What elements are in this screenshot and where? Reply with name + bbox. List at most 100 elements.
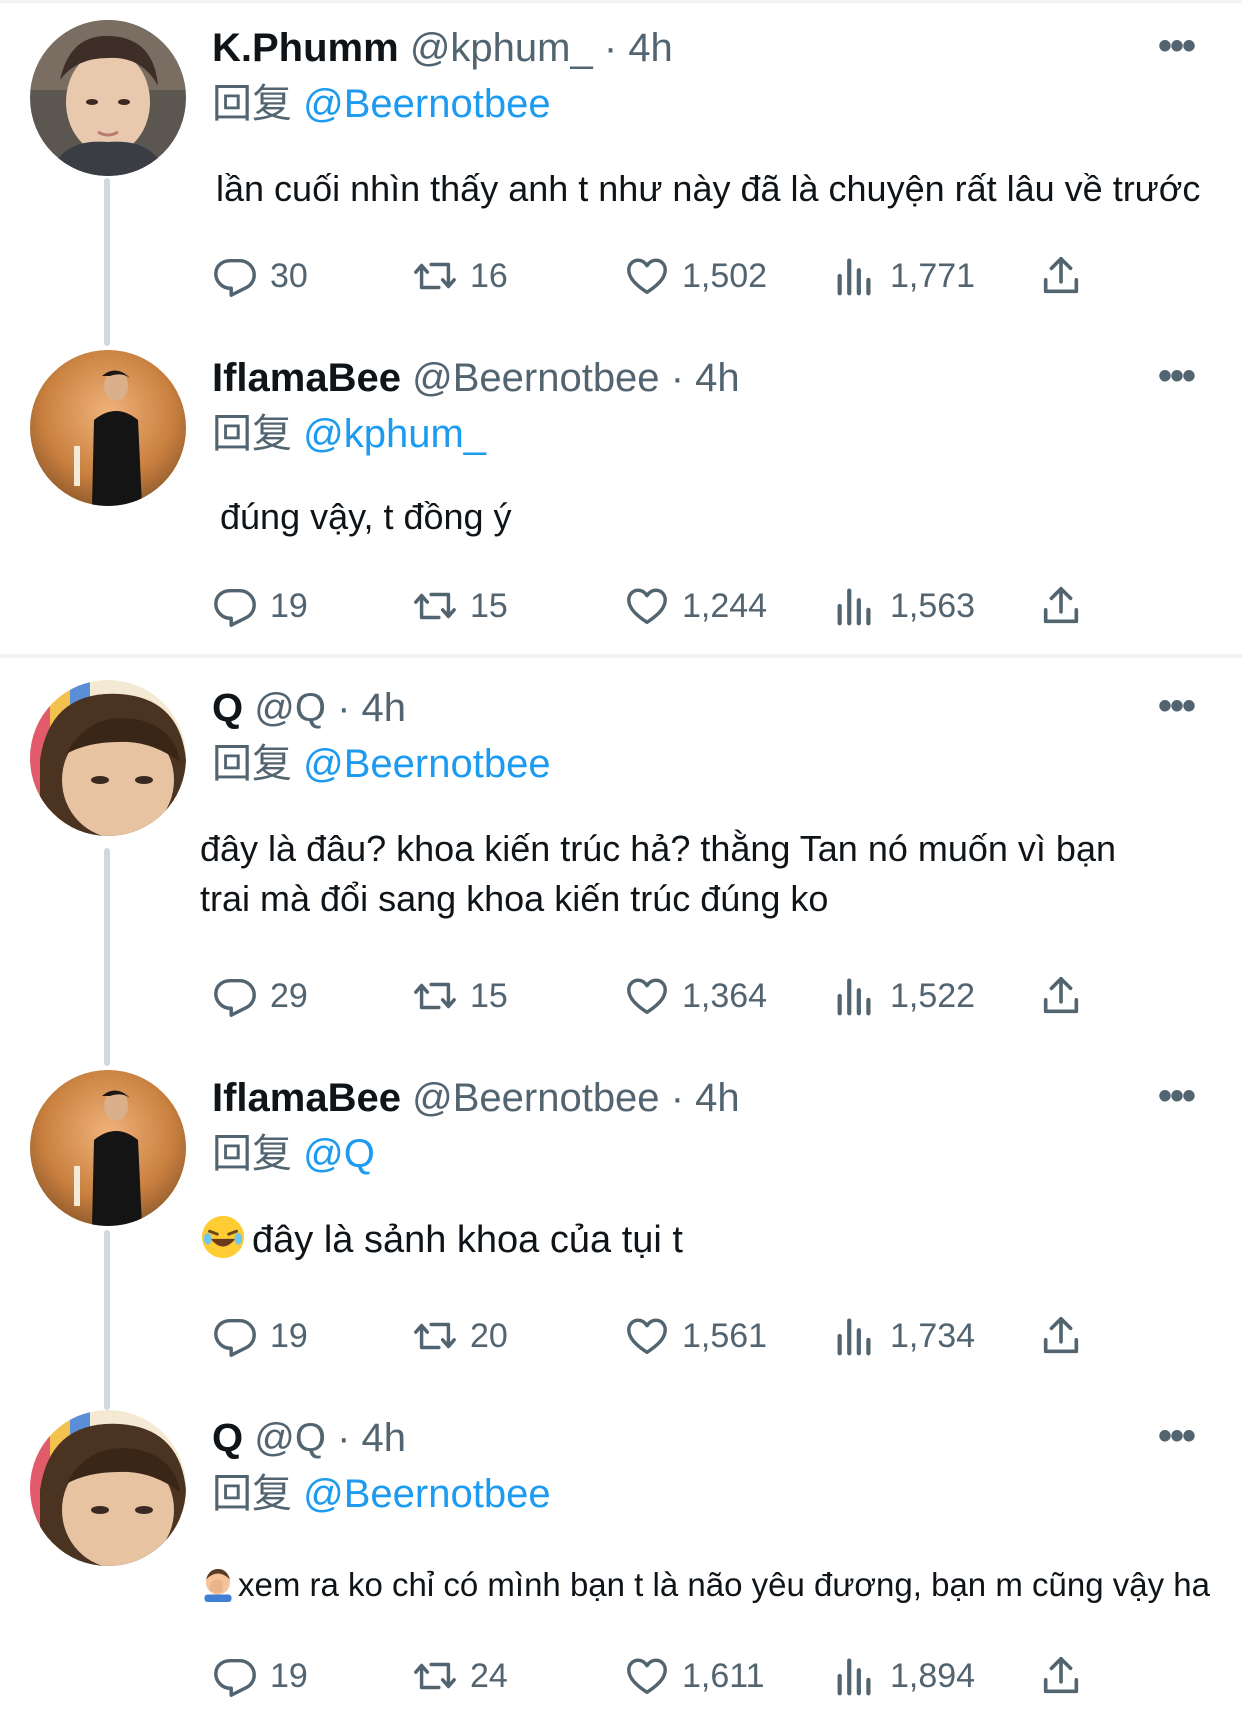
tweet[interactable]: IflamaBee @Beernotbee · 4h ••• 回复 @kphum… [0,330,1242,654]
retweet-icon [414,982,456,1010]
timestamp[interactable]: 4h [695,1076,740,1120]
reply-button[interactable]: 19 [212,578,308,634]
tweet[interactable]: IflamaBee @Beernotbee · 4h ••• 回复 @Q đây… [0,1050,1242,1390]
reply-button[interactable]: 19 [212,1308,308,1364]
views-icon [837,588,871,626]
tweet-header: K.Phumm @kphum_ · 4h [212,22,673,74]
reply-to-link[interactable]: @Beernotbee [303,742,550,786]
laughing-emoji [201,1215,245,1259]
retweet-icon [414,592,456,620]
views-button[interactable]: 1,894 [832,1648,975,1704]
like-icon [627,978,667,1015]
tweet-header: IflamaBee @Beernotbee · 4h [212,352,740,404]
retweet-button[interactable]: 24 [412,1648,508,1704]
tweet-text: xem ra ko chỉ có mình bạn t là não yêu đ… [238,1566,1210,1603]
avatar[interactable] [30,1410,186,1566]
action-bar: 19 20 1,561 1,734 [0,1308,1242,1364]
avatar[interactable] [30,20,186,176]
avatar[interactable] [30,680,186,836]
like-icon [627,1318,667,1355]
like-icon [627,1658,667,1695]
more-icon[interactable]: ••• [1158,20,1196,72]
tweet-text: đúng vậy, t đồng ý [220,496,512,537]
user-handle[interactable]: @Beernotbee [412,1076,659,1120]
avatar[interactable] [30,1070,186,1226]
like-button[interactable]: 1,561 [624,1308,767,1364]
retweet-button[interactable]: 15 [412,968,508,1024]
views-icon [837,1318,871,1356]
share-button[interactable] [1038,1648,1096,1704]
share-button[interactable] [1038,578,1096,634]
views-button[interactable]: 1,563 [832,578,975,634]
reply-count: 30 [270,256,308,295]
share-button[interactable] [1038,248,1096,304]
reply-to-link[interactable]: @Beernotbee [303,82,550,126]
separator-dot: · [337,686,351,730]
share-button[interactable] [1038,1308,1096,1364]
retweet-button[interactable]: 16 [412,248,508,304]
action-bar: 19 24 1,611 1,894 [0,1648,1242,1704]
reply-button[interactable]: 30 [212,248,308,304]
like-button[interactable]: 1,244 [624,578,767,634]
retweet-count: 24 [470,1656,508,1695]
separator-dot: · [670,356,685,400]
tweet[interactable]: Q @Q · 4h ••• 回复 @Beernotbee xem ra ko c… [0,1390,1242,1725]
tweet[interactable]: Q @Q · 4h ••• 回复 @Beernotbee đây là đâu?… [0,660,1242,1050]
reply-context: 回复 @Beernotbee [212,738,551,790]
reply-button[interactable]: 19 [212,1648,308,1704]
more-icon[interactable]: ••• [1158,680,1196,732]
user-handle[interactable]: @Beernotbee [412,356,659,400]
user-handle[interactable]: @kphum_ [410,26,593,70]
display-name[interactable]: IflamaBee [212,1076,401,1120]
like-button[interactable]: 1,364 [624,968,767,1024]
timestamp[interactable]: 4h [628,26,673,70]
user-handle[interactable]: @Q [254,1416,326,1460]
share-icon [1043,586,1079,624]
timestamp[interactable]: 4h [695,356,740,400]
like-button[interactable]: 1,611 [624,1648,765,1704]
reply-button[interactable]: 29 [212,968,308,1024]
tweet-text-line: đây là đâu? khoa kiến trúc hả? thằng Tan… [200,828,1116,869]
views-button[interactable]: 1,771 [832,248,975,304]
share-button[interactable] [1038,968,1096,1024]
like-icon [627,588,667,625]
avatar[interactable] [30,350,186,506]
display-name[interactable]: Q [212,686,243,730]
display-name[interactable]: K.Phumm [212,26,399,70]
retweet-icon [414,1322,456,1350]
views-button[interactable]: 1,522 [832,968,975,1024]
user-handle[interactable]: @Q [254,686,326,730]
action-bar: 30 16 1,502 1,771 [0,248,1242,304]
reply-icon [214,1658,256,1697]
like-button[interactable]: 1,502 [624,248,767,304]
more-icon[interactable]: ••• [1158,1070,1196,1122]
facepalm-emoji [204,1569,232,1602]
display-name[interactable]: Q [212,1416,243,1460]
views-button[interactable]: 1,734 [832,1308,975,1364]
like-icon [627,258,667,295]
conversation-divider [0,654,1242,658]
retweet-button[interactable]: 15 [412,578,508,634]
reply-context: 回复 @Beernotbee [212,1468,551,1520]
reply-context: 回复 @kphum_ [212,408,486,460]
reply-to-link[interactable]: @kphum_ [303,412,486,456]
retweet-button[interactable]: 20 [412,1308,508,1364]
display-name[interactable]: IflamaBee [212,356,401,400]
share-icon [1043,1316,1079,1354]
more-icon[interactable]: ••• [1158,350,1196,402]
reply-prefix: 回复 [212,1472,292,1516]
timestamp[interactable]: 4h [362,686,407,730]
tweet[interactable]: K.Phumm @kphum_ · 4h ••• 回复 @Beernotbee … [0,0,1242,330]
action-bar: 29 15 1,364 1,522 [0,968,1242,1024]
reply-count: 19 [270,1656,308,1695]
tweet-header: Q @Q · 4h [212,682,406,734]
reply-to-link[interactable]: @Beernotbee [303,1472,550,1516]
timestamp[interactable]: 4h [362,1416,407,1460]
separator-dot: · [603,26,618,70]
reply-count: 19 [270,1316,308,1355]
reply-to-link[interactable]: @Q [303,1132,375,1176]
retweet-icon [414,1662,456,1690]
reply-prefix: 回复 [212,1132,292,1176]
views-icon [837,978,871,1016]
more-icon[interactable]: ••• [1158,1410,1196,1462]
